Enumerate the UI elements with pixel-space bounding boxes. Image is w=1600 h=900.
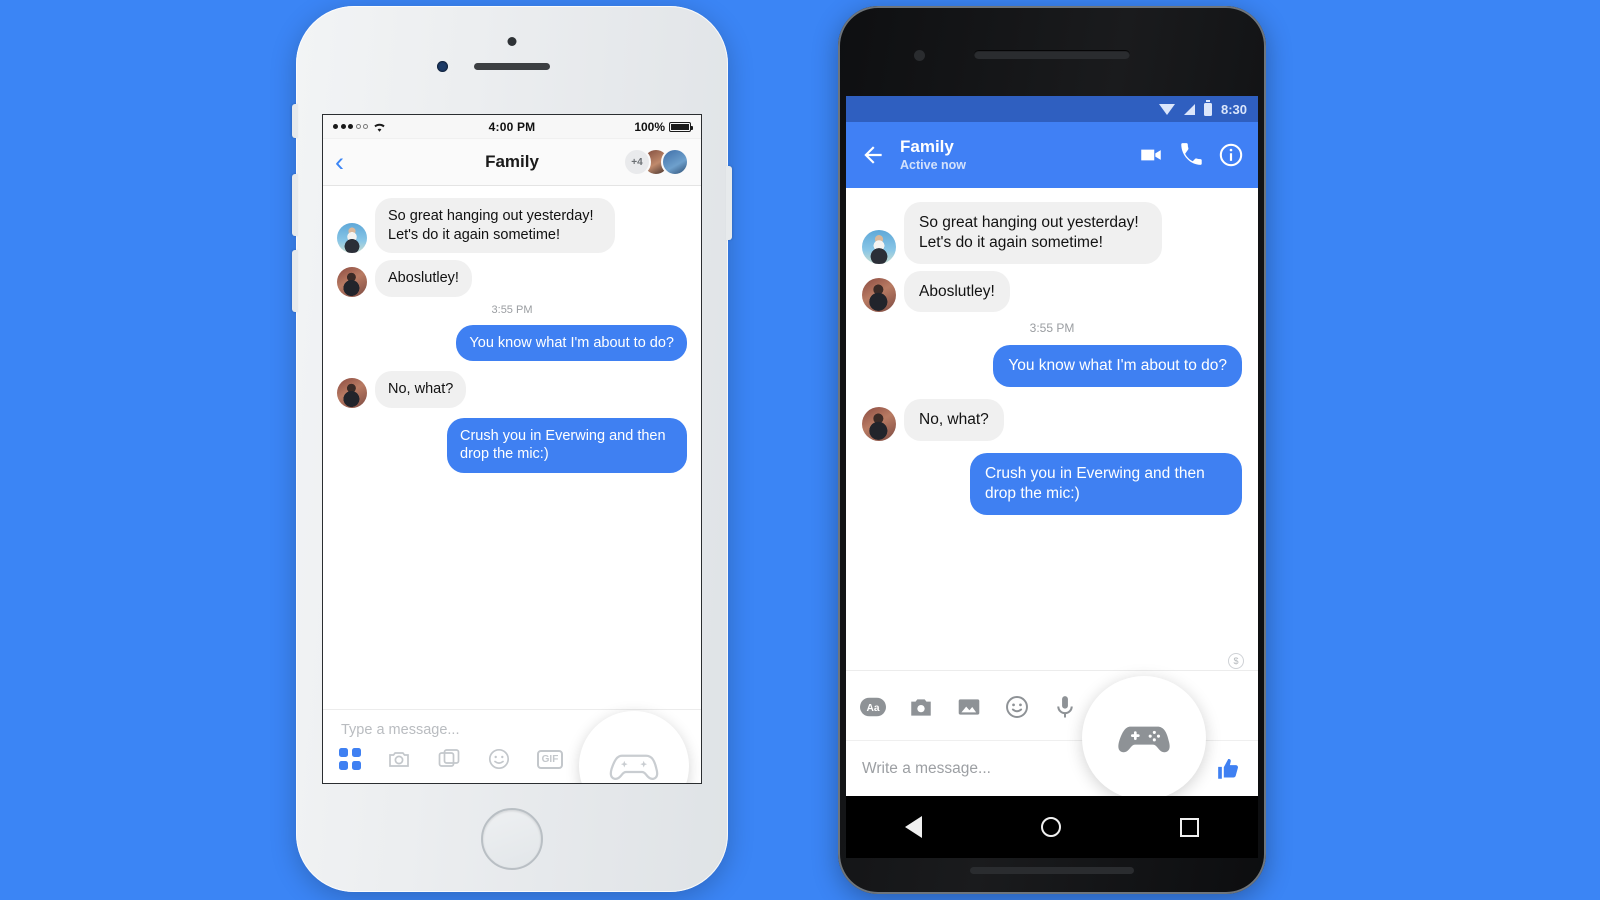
message-row: Aboslutley! [862, 270, 1242, 313]
iphone-device: 4:00 PM 100% ‹ Family +4 So great hangin… [292, 6, 732, 892]
video-call-icon[interactable] [1138, 142, 1164, 168]
earpiece-speaker [474, 63, 550, 70]
apps-grid-icon[interactable] [339, 748, 361, 770]
volume-up-button[interactable] [292, 174, 298, 236]
android-status-time: 8:30 [1220, 101, 1247, 117]
message-bubble[interactable]: So great hanging out yesterday! Let's do… [904, 202, 1162, 264]
text-format-icon[interactable]: Aa [860, 694, 886, 720]
camera-icon[interactable] [387, 747, 411, 771]
emoji-icon[interactable] [487, 747, 511, 771]
message-row: No, what? [862, 399, 1242, 442]
ios-status-time: 4:00 PM [488, 119, 536, 134]
message-row: So great hanging out yesterday! Let's do… [862, 202, 1242, 264]
thread-timestamp: 3:55 PM [491, 303, 533, 316]
back-button[interactable]: ‹ [335, 148, 344, 176]
emoji-icon[interactable] [1004, 694, 1030, 720]
ios-status-bar: 4:00 PM 100% [323, 115, 701, 139]
android-navigation-bar [846, 796, 1258, 858]
home-nav-icon[interactable] [1040, 817, 1061, 837]
iphone-screen: 4:00 PM 100% ‹ Family +4 So great hangin… [322, 114, 702, 784]
gamepad-icon [1118, 726, 1170, 753]
participants-avatars[interactable]: +4 [623, 148, 689, 176]
power-button[interactable] [726, 166, 732, 240]
avatar [862, 407, 896, 442]
message-bubble[interactable]: You know what I'm about to do? [993, 345, 1242, 388]
earpiece-speaker [974, 50, 1130, 59]
bottom-speaker [970, 867, 1134, 874]
gamepad-icon [609, 754, 659, 781]
message-bubble[interactable]: Crush you in Everwing and then drop the … [447, 417, 687, 473]
camera-icon[interactable] [908, 694, 934, 720]
message-row: So great hanging out yesterday! Let's do… [337, 198, 687, 254]
proximity-sensor-icon [507, 37, 517, 46]
message-bubble[interactable]: Aboslutley! [375, 260, 472, 297]
avatar [337, 377, 367, 408]
message-bubble[interactable]: You know what I'm about to do? [456, 324, 687, 362]
carrier-signal-icon [333, 124, 368, 129]
back-nav-icon[interactable] [905, 816, 923, 838]
gif-icon[interactable]: GIF [537, 749, 563, 769]
message-bubble[interactable]: Crush you in Everwing and then drop the … [970, 453, 1242, 515]
battery-percent: 100% [634, 119, 666, 134]
message-row: Crush you in Everwing and then drop the … [337, 417, 687, 473]
android-app-bar: Family Active now [846, 122, 1258, 188]
android-composer: $ Aa Write a message... [846, 653, 1258, 796]
battery-icon [1203, 99, 1212, 116]
ios-composer: Type a message... GIF [323, 709, 701, 783]
message-row: Aboslutley! [337, 260, 687, 297]
thumbs-up-icon[interactable] [1216, 756, 1242, 782]
front-camera-icon [914, 50, 925, 61]
avatar [862, 278, 896, 313]
message-row: No, what? [337, 371, 687, 408]
android-screen: 8:30 Family Active now So great hanging … [846, 96, 1258, 796]
avatar [337, 223, 367, 254]
wifi-icon [374, 123, 385, 132]
payment-badge-icon[interactable]: $ [1228, 653, 1244, 669]
gamepad-fab-button[interactable] [1082, 676, 1206, 796]
mute-switch[interactable] [292, 104, 298, 138]
gallery-icon[interactable] [956, 694, 982, 720]
signal-icon [1183, 103, 1195, 115]
message-bubble[interactable]: No, what? [375, 371, 467, 408]
message-bubble[interactable]: So great hanging out yesterday! Let's do… [375, 198, 615, 254]
message-bubble[interactable]: No, what? [904, 399, 1004, 442]
battery-icon [669, 121, 694, 132]
page-title: Family [900, 137, 954, 157]
message-input[interactable]: Type a message... [341, 722, 459, 738]
volume-down-button[interactable] [292, 250, 298, 312]
avatar [661, 148, 689, 176]
ios-message-thread: So great hanging out yesterday! Let's do… [323, 186, 701, 473]
avatar [337, 266, 367, 297]
info-icon[interactable] [1218, 142, 1244, 168]
message-row: You know what I'm about to do? [862, 345, 1242, 388]
recents-nav-icon[interactable] [1179, 817, 1199, 837]
photos-icon[interactable] [437, 747, 461, 771]
microphone-icon[interactable] [1052, 694, 1078, 720]
message-row: You know what I'm about to do? [337, 324, 687, 362]
thread-timestamp: 3:55 PM [1029, 321, 1075, 336]
message-input[interactable]: Write a message... [862, 760, 991, 778]
back-arrow-icon[interactable] [860, 142, 886, 168]
overflow-count-badge: +4 [623, 148, 651, 176]
message-bubble[interactable]: Aboslutley! [904, 270, 1010, 313]
status-subtitle: Active now [900, 157, 966, 172]
android-message-thread: So great hanging out yesterday! Let's do… [846, 188, 1258, 515]
wifi-icon [1158, 103, 1175, 115]
ios-navigation-bar: ‹ Family +4 [323, 139, 701, 186]
front-camera-icon [437, 61, 448, 72]
android-device: 8:30 Family Active now So great hanging … [838, 6, 1266, 894]
svg-text:Aa: Aa [866, 703, 879, 714]
conversation-header[interactable]: Family Active now [900, 137, 1124, 173]
message-row: Crush you in Everwing and then drop the … [862, 453, 1242, 515]
home-button[interactable] [481, 808, 543, 870]
android-status-bar: 8:30 [846, 96, 1258, 122]
avatar [862, 229, 896, 264]
gamepad-fab-button[interactable] [579, 711, 689, 783]
voice-call-icon[interactable] [1178, 142, 1204, 168]
